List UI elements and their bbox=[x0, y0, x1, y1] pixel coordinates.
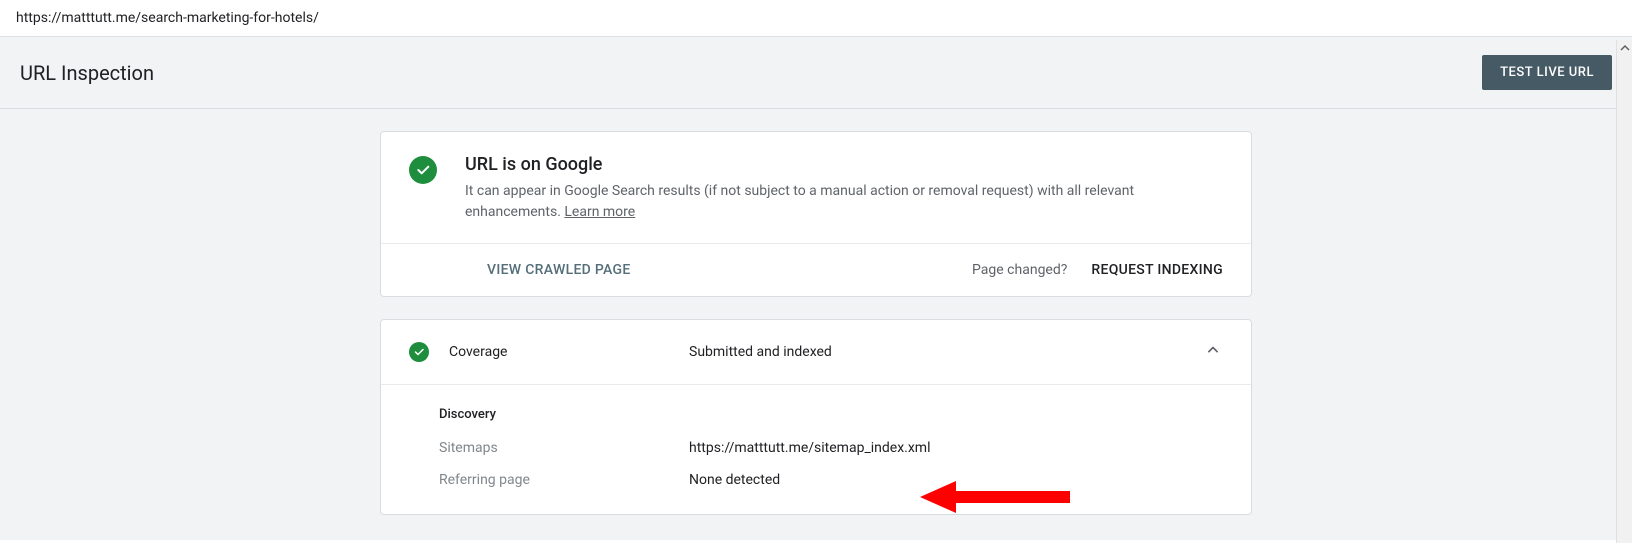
detail-row-sitemaps: Sitemaps https://matttutt.me/sitemap_ind… bbox=[439, 440, 1223, 456]
referring-page-value: None detected bbox=[689, 472, 780, 488]
test-live-url-button[interactable]: TEST LIVE URL bbox=[1482, 55, 1612, 90]
status-text: URL is on Google It can appear in Google… bbox=[465, 154, 1223, 223]
coverage-header[interactable]: Coverage Submitted and indexed bbox=[381, 320, 1251, 385]
scroll-up-icon[interactable] bbox=[1617, 40, 1632, 56]
page-changed-label: Page changed? bbox=[972, 262, 1067, 278]
content-area: URL Inspection TEST LIVE URL URL is on G… bbox=[0, 37, 1632, 540]
sitemaps-label: Sitemaps bbox=[439, 440, 689, 456]
status-card: URL is on Google It can appear in Google… bbox=[380, 131, 1252, 297]
request-indexing-button[interactable]: REQUEST INDEXING bbox=[1091, 262, 1223, 278]
check-icon bbox=[409, 342, 429, 362]
status-section: URL is on Google It can appear in Google… bbox=[381, 132, 1251, 244]
url-value: https://matttutt.me/search-marketing-for… bbox=[16, 10, 319, 26]
sitemaps-value: https://matttutt.me/sitemap_index.xml bbox=[689, 440, 930, 456]
discovery-title: Discovery bbox=[439, 407, 1223, 422]
action-row: VIEW CRAWLED PAGE Page changed? REQUEST … bbox=[381, 244, 1251, 296]
detail-row-referring: Referring page None detected bbox=[439, 472, 1223, 488]
learn-more-link[interactable]: Learn more bbox=[564, 204, 635, 220]
view-crawled-page-button[interactable]: VIEW CRAWLED PAGE bbox=[487, 262, 631, 278]
check-icon bbox=[409, 156, 437, 184]
status-description: It can appear in Google Search results (… bbox=[465, 181, 1223, 223]
coverage-body: Discovery Sitemaps https://matttutt.me/s… bbox=[381, 385, 1251, 514]
coverage-status: Submitted and indexed bbox=[689, 344, 1203, 360]
coverage-card: Coverage Submitted and indexed Discovery… bbox=[380, 319, 1252, 515]
status-title: URL is on Google bbox=[465, 154, 1223, 175]
scrollbar[interactable] bbox=[1616, 40, 1632, 543]
header-row: URL Inspection TEST LIVE URL bbox=[0, 37, 1632, 109]
main-panel: URL is on Google It can appear in Google… bbox=[380, 131, 1252, 515]
referring-page-label: Referring page bbox=[439, 472, 689, 488]
page-title: URL Inspection bbox=[20, 61, 154, 85]
chevron-up-icon bbox=[1203, 340, 1223, 364]
url-input-bar[interactable]: https://matttutt.me/search-marketing-for… bbox=[0, 0, 1632, 37]
coverage-label: Coverage bbox=[449, 344, 689, 360]
right-actions: Page changed? REQUEST INDEXING bbox=[972, 262, 1223, 278]
